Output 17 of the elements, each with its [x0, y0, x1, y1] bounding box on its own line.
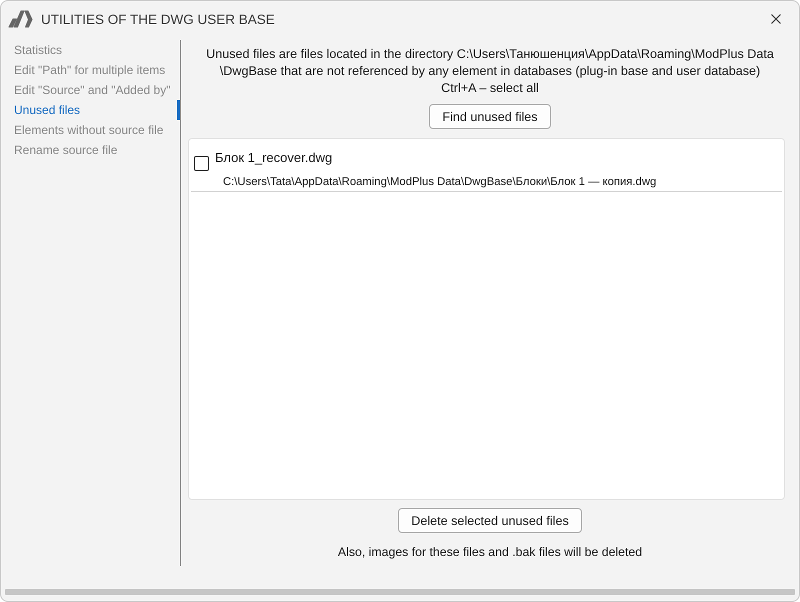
deletion-note: Also, images for these files and .bak files will be deleted [338, 544, 642, 560]
description-text: Unused files are files located in the directory C:\Users\Танюшенция\AppData\Roaming\ModPlus Data \DwgBase that are not referenced by any element in databases (plug-in base and user database) [206, 46, 774, 80]
checkbox[interactable] [194, 156, 209, 171]
sidebar-item[interactable]: Rename source file [1, 140, 180, 160]
close-icon [771, 14, 781, 24]
sidebar-item[interactable]: Edit "Path" for multiple items [1, 60, 180, 80]
sidebar-item[interactable]: Elements without source file [1, 120, 180, 140]
delete-selected-button[interactable]: Delete selected unused files [398, 508, 582, 533]
file-name: Блок 1_recover.dwg [215, 150, 332, 166]
shortcut-hint: Ctrl+A – select all [441, 80, 539, 97]
sidebar-item[interactable]: Statistics [1, 40, 180, 60]
window-title: UTILITIES OF THE DWG USER BASE [41, 12, 275, 26]
find-unused-files-button[interactable]: Find unused files [429, 104, 551, 129]
file-path: C:\Users\Tata\AppData\Roaming\ModPlus Data\DwgBase\Блоки\Блок 1 — копия.dwg [222, 175, 658, 189]
sidebar-item[interactable]: Edit "Source" and "Added by" [1, 80, 180, 100]
logo-icon [8, 10, 33, 28]
sidebar-item[interactable]: Unused files [1, 100, 180, 120]
